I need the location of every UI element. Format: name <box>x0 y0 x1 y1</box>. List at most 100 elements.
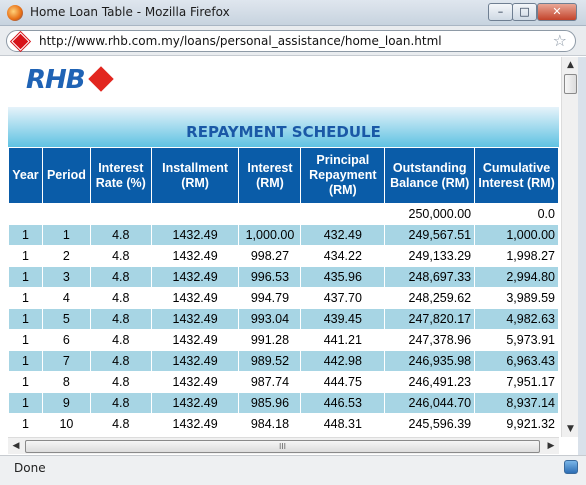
col-header-year: Year <box>8 147 43 204</box>
installment-cell: 1432.49 <box>150 308 240 330</box>
table-header-row: Year Period Interest Rate (%) Installmen… <box>8 147 559 204</box>
maximize-button[interactable]: □ <box>512 3 537 21</box>
period-cell: 7 <box>41 350 91 372</box>
principal-cell: 437.70 <box>300 287 386 309</box>
year-cell: 1 <box>8 245 43 267</box>
status-bar: Done <box>0 455 586 485</box>
table-row: 1 9 4.8 1432.49 985.96 446.53 246,044.70… <box>8 392 559 414</box>
col-header-interest-rate: Interest Rate (%) <box>89 147 152 204</box>
scroll-left-arrow-icon[interactable]: ◀ <box>8 438 24 455</box>
outstanding-cell: 247,820.17 <box>384 308 476 330</box>
rhb-logo-diamond-icon <box>88 66 114 92</box>
status-icon <box>564 460 578 474</box>
table-cell <box>300 203 386 225</box>
interest-rate-cell: 4.8 <box>89 329 152 351</box>
principal-cell: 444.75 <box>300 371 386 393</box>
year-cell: 1 <box>8 224 43 246</box>
period-cell: 9 <box>41 392 91 414</box>
installment-cell: 1432.49 <box>150 350 240 372</box>
interest-cell: 993.04 <box>238 308 302 330</box>
interest-cell: 984.18 <box>238 413 302 435</box>
repayment-table: Year Period Interest Rate (%) Installmen… <box>8 147 559 435</box>
starting-outstanding-cell: 250,000.00 <box>384 203 476 225</box>
minimize-button[interactable]: – <box>488 3 513 21</box>
vertical-scrollbar[interactable]: ▲ ▼ <box>561 57 578 437</box>
interest-cell: 996.53 <box>238 266 302 288</box>
status-text: Done <box>14 461 46 475</box>
principal-cell: 432.49 <box>300 224 386 246</box>
cumulative-cell: 7,951.17 <box>474 371 559 393</box>
installment-cell: 1432.49 <box>150 413 240 435</box>
url-text[interactable]: http://www.rhb.com.my/loans/personal_ass… <box>39 34 442 48</box>
year-cell: 1 <box>8 371 43 393</box>
period-cell: 3 <box>41 266 91 288</box>
interest-cell: 994.79 <box>238 287 302 309</box>
cumulative-cell: 9,921.32 <box>474 413 559 435</box>
cumulative-cell: 5,973.91 <box>474 329 559 351</box>
interest-rate-cell: 4.8 <box>89 350 152 372</box>
outstanding-cell: 248,697.33 <box>384 266 476 288</box>
url-bar[interactable]: http://www.rhb.com.my/loans/personal_ass… <box>6 30 576 52</box>
cumulative-cell: 3,989.59 <box>474 287 559 309</box>
window-titlebar: Home Loan Table - Mozilla Firefox – □ ✕ <box>0 0 586 26</box>
cumulative-cell: 1,998.27 <box>474 245 559 267</box>
principal-cell: 446.53 <box>300 392 386 414</box>
scroll-down-arrow-icon[interactable]: ▼ <box>562 421 579 437</box>
principal-cell: 448.31 <box>300 413 386 435</box>
interest-rate-cell: 4.8 <box>89 392 152 414</box>
table-row: 1 4 4.8 1432.49 994.79 437.70 248,259.62… <box>8 287 559 309</box>
cumulative-cell: 4,982.63 <box>474 308 559 330</box>
outstanding-cell: 248,259.62 <box>384 287 476 309</box>
header-logo-area: RHB <box>8 57 559 107</box>
schedule-title: REPAYMENT SCHEDULE <box>186 123 381 141</box>
period-cell: 1 <box>41 224 91 246</box>
year-cell: 1 <box>8 392 43 414</box>
cumulative-cell: 8,937.14 <box>474 392 559 414</box>
star-icon[interactable]: ☆ <box>553 31 567 50</box>
site-favicon-icon <box>11 32 30 51</box>
window-frame-right <box>578 57 586 455</box>
col-header-outstanding: Outstanding Balance (RM) <box>384 147 476 204</box>
outstanding-cell: 246,935.98 <box>384 350 476 372</box>
firefox-icon <box>7 5 23 21</box>
installment-cell: 1432.49 <box>150 371 240 393</box>
navigation-toolbar: http://www.rhb.com.my/loans/personal_ass… <box>0 26 586 56</box>
interest-rate-cell: 4.8 <box>89 308 152 330</box>
interest-cell: 987.74 <box>238 371 302 393</box>
interest-rate-cell: 4.8 <box>89 413 152 435</box>
interest-cell: 998.27 <box>238 245 302 267</box>
cumulative-cell: 1,000.00 <box>474 224 559 246</box>
outstanding-cell: 246,044.70 <box>384 392 476 414</box>
outstanding-cell: 249,133.29 <box>384 245 476 267</box>
outstanding-cell: 247,378.96 <box>384 329 476 351</box>
window-frame-left <box>0 57 8 455</box>
cumulative-cell: 2,994.80 <box>474 266 559 288</box>
principal-cell: 435.96 <box>300 266 386 288</box>
year-cell: 1 <box>8 329 43 351</box>
year-cell: 1 <box>8 287 43 309</box>
outstanding-cell: 249,567.51 <box>384 224 476 246</box>
table-row: 1 1 4.8 1432.49 1,000.00 432.49 249,567.… <box>8 224 559 246</box>
table-row: 1 2 4.8 1432.49 998.27 434.22 249,133.29… <box>8 245 559 267</box>
table-row: 1 5 4.8 1432.49 993.04 439.45 247,820.17… <box>8 308 559 330</box>
cumulative-cell: 6,963.43 <box>474 350 559 372</box>
rhb-logo[interactable]: RHB <box>26 65 86 95</box>
horizontal-scrollbar[interactable]: ◀ III ▶ <box>8 437 559 454</box>
horizontal-scroll-thumb[interactable]: III <box>25 440 540 453</box>
close-button[interactable]: ✕ <box>537 3 577 21</box>
interest-rate-cell: 4.8 <box>89 224 152 246</box>
period-cell: 5 <box>41 308 91 330</box>
scroll-up-arrow-icon[interactable]: ▲ <box>562 57 579 73</box>
table-row: 1 3 4.8 1432.49 996.53 435.96 248,697.33… <box>8 266 559 288</box>
installment-cell: 1432.49 <box>150 224 240 246</box>
scroll-right-arrow-icon[interactable]: ▶ <box>543 438 559 455</box>
vertical-scroll-thumb[interactable] <box>564 74 577 94</box>
table-cell <box>150 203 240 225</box>
installment-cell: 1432.49 <box>150 329 240 351</box>
table-row: 1 10 4.8 1432.49 984.18 448.31 245,596.3… <box>8 413 559 435</box>
period-cell: 4 <box>41 287 91 309</box>
year-cell: 1 <box>8 413 43 435</box>
period-cell: 6 <box>41 329 91 351</box>
table-row: 1 8 4.8 1432.49 987.74 444.75 246,491.23… <box>8 371 559 393</box>
table-row: 1 7 4.8 1432.49 989.52 442.98 246,935.98… <box>8 350 559 372</box>
